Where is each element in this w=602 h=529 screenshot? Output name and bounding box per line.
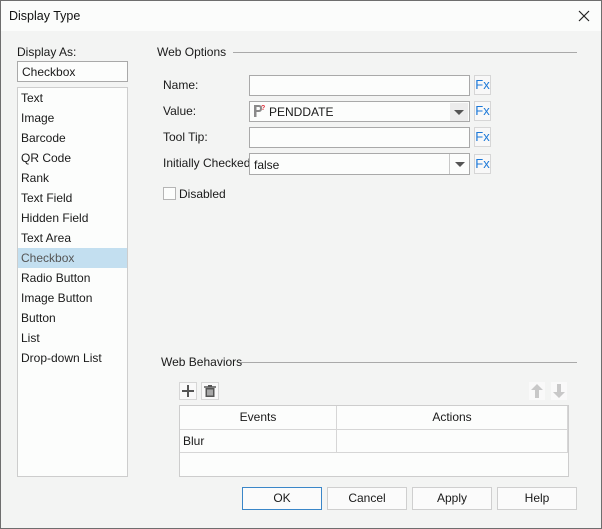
list-item-qr-code[interactable]: QR Code — [18, 148, 127, 168]
value-dropdown-arrow[interactable] — [450, 103, 468, 121]
delete-behavior-button[interactable] — [201, 382, 219, 400]
list-item-image-button[interactable]: Image Button — [18, 288, 127, 308]
list-item-rank[interactable]: Rank — [18, 168, 127, 188]
list-item-list[interactable]: List — [18, 328, 127, 348]
name-fx-button[interactable]: Fx — [474, 75, 491, 95]
help-button[interactable]: Help — [497, 487, 577, 510]
table-row-action-cell[interactable] — [337, 430, 568, 453]
disabled-checkbox[interactable] — [163, 187, 176, 200]
list-item-radio-button[interactable]: Radio Button — [18, 268, 127, 288]
value-text: PENDDATE — [269, 105, 334, 119]
list-item-hidden-field[interactable]: Hidden Field — [18, 208, 127, 228]
arrow-down-icon — [553, 384, 565, 398]
display-type-dialog: Display Type Display As: Checkbox Text Im… — [0, 0, 602, 529]
chevron-down-icon — [454, 110, 464, 115]
name-input[interactable] — [249, 75, 470, 96]
initially-checked-select[interactable]: false — [249, 153, 470, 175]
close-icon — [578, 10, 590, 22]
tool-tip-fx-button[interactable]: Fx — [474, 127, 491, 147]
display-as-list[interactable]: Text Image Barcode QR Code Rank Text Field Hid… — [17, 87, 128, 477]
trash-icon — [204, 385, 216, 397]
table-row-event-cell[interactable]: Blur — [180, 430, 337, 453]
tool-tip-input[interactable] — [249, 127, 470, 148]
dialog-title: Display Type — [9, 9, 81, 23]
column-header-events[interactable]: Events — [180, 406, 337, 430]
initially-checked-fx-button[interactable]: Fx — [474, 154, 491, 174]
parameter-icon: ? — [254, 105, 265, 117]
value-fx-button[interactable]: Fx — [474, 101, 491, 121]
initially-checked-label: Initially Checked: — [163, 156, 254, 170]
svg-text:?: ? — [261, 105, 265, 112]
initially-checked-dropdown-arrow[interactable] — [449, 154, 469, 174]
value-label: Value: — [163, 104, 197, 118]
initially-checked-value: false — [254, 158, 280, 172]
list-item-text-area[interactable]: Text Area — [18, 228, 127, 248]
display-as-current-field[interactable]: Checkbox — [17, 61, 128, 82]
list-item-barcode[interactable]: Barcode — [18, 128, 127, 148]
list-item-button[interactable]: Button — [18, 308, 127, 328]
list-item-text-field[interactable]: Text Field — [18, 188, 127, 208]
list-item-text[interactable]: Text — [18, 88, 127, 108]
list-item-image[interactable]: Image — [18, 108, 127, 128]
value-dropdown[interactable]: ? PENDDATE — [249, 101, 470, 122]
disabled-label: Disabled — [179, 187, 226, 201]
add-behavior-button[interactable] — [179, 382, 197, 400]
close-button[interactable] — [573, 5, 595, 27]
column-header-actions[interactable]: Actions — [337, 406, 568, 430]
web-behaviors-group-label: Web Behaviors — [161, 355, 243, 369]
move-up-button[interactable] — [529, 382, 545, 400]
move-down-button[interactable] — [551, 382, 567, 400]
plus-icon — [182, 385, 194, 397]
name-label: Name: — [163, 78, 199, 92]
title-bar: Display Type — [1, 1, 601, 31]
tool-tip-label: Tool Tip: — [163, 130, 208, 144]
web-behaviors-divider — [241, 362, 577, 363]
display-as-label: Display As: — [17, 45, 77, 59]
chevron-down-icon — [454, 161, 465, 167]
behaviors-table: Events Actions Blur — [179, 405, 569, 477]
web-options-divider — [233, 52, 577, 53]
apply-button[interactable]: Apply — [412, 487, 492, 510]
list-item-drop-down-list[interactable]: Drop-down List — [18, 348, 127, 368]
web-options-group-label: Web Options — [157, 45, 227, 59]
cancel-button[interactable]: Cancel — [327, 487, 407, 510]
ok-button[interactable]: OK — [242, 487, 322, 510]
list-item-checkbox[interactable]: Checkbox — [18, 248, 127, 268]
arrow-up-icon — [531, 384, 543, 398]
